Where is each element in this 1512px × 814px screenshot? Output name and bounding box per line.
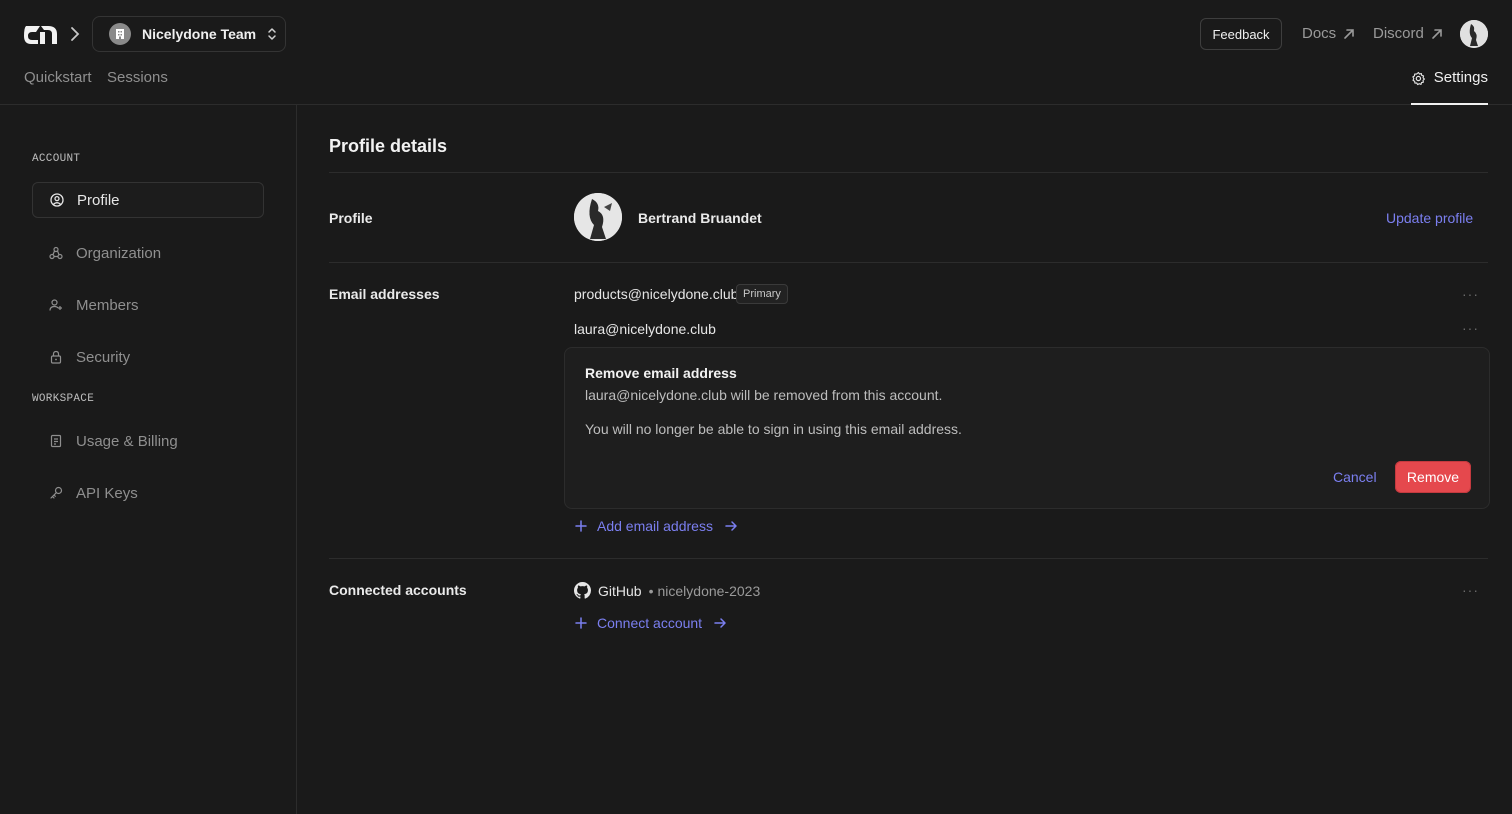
- sidebar-item-label: Security: [76, 348, 131, 366]
- arrow-right-icon: [714, 618, 726, 628]
- organization-icon: [49, 246, 63, 260]
- section-label-account: ACCOUNT: [32, 153, 81, 165]
- add-email-link[interactable]: Add email address: [574, 518, 738, 534]
- connected-row-label: Connected accounts: [329, 582, 467, 598]
- update-profile-link[interactable]: Update profile: [1386, 210, 1473, 226]
- team-avatar: [109, 23, 131, 45]
- profile-row-label: Profile: [329, 210, 373, 226]
- tab-settings[interactable]: Settings: [1411, 62, 1488, 105]
- tab-sessions[interactable]: Sessions: [107, 69, 168, 86]
- divider: [329, 262, 1488, 263]
- docs-label: Docs: [1302, 25, 1337, 42]
- email-menu-button[interactable]: ···: [1462, 320, 1479, 336]
- discord-label: Discord: [1373, 25, 1424, 42]
- email-row-label: Email addresses: [329, 286, 440, 302]
- sidebar-item-organization[interactable]: Organization: [32, 235, 264, 271]
- top-bar: Nicelydone Team Feedback Docs Discord Qu…: [0, 0, 1512, 105]
- divider: [329, 172, 1488, 173]
- confirm-warning: You will no longer be able to sign in us…: [585, 421, 962, 437]
- github-account: GitHub • nicelydone-2023: [574, 582, 760, 599]
- docs-link[interactable]: Docs: [1302, 25, 1356, 42]
- sidebar-item-profile[interactable]: Profile: [32, 182, 264, 218]
- plus-icon: [575, 617, 587, 629]
- arrow-up-right-icon: [1344, 28, 1354, 39]
- chevron-updown-icon: [268, 28, 276, 40]
- lock-icon: [50, 350, 62, 364]
- profile-name: Bertrand Bruandet: [638, 210, 762, 226]
- sidebar-item-api-keys[interactable]: API Keys: [32, 475, 264, 511]
- remove-email-confirm: Remove email address laura@nicelydone.cl…: [564, 347, 1490, 509]
- settings-label: Settings: [1433, 69, 1488, 86]
- user-avatar[interactable]: [1460, 20, 1488, 48]
- remove-button[interactable]: Remove: [1395, 461, 1471, 493]
- confirm-message: laura@nicelydone.club will be removed fr…: [585, 387, 943, 403]
- receipt-icon: [50, 434, 62, 448]
- github-separator: •: [648, 582, 654, 599]
- arrow-up-right-icon: [1432, 28, 1442, 39]
- add-email-label: Add email address: [597, 518, 713, 534]
- chevron-right-icon: [71, 27, 80, 41]
- discord-link[interactable]: Discord: [1373, 25, 1444, 42]
- arrow-right-icon: [725, 521, 737, 531]
- section-label-workspace: WORKSPACE: [32, 393, 95, 405]
- sidebar-item-label: Profile: [77, 191, 120, 209]
- building-icon: [116, 29, 124, 39]
- connect-account-label: Connect account: [597, 615, 703, 631]
- main-content: Profile details Profile Bertrand Bruande…: [298, 105, 1512, 814]
- page-title: Profile details: [329, 136, 448, 156]
- email-primary: products@nicelydone.club: [574, 286, 739, 302]
- plus-icon: [575, 520, 587, 532]
- user-circle-icon: [50, 193, 64, 207]
- key-icon: [50, 486, 63, 499]
- sidebar-item-usage-billing[interactable]: Usage & Billing: [32, 423, 264, 459]
- github-icon: [574, 582, 591, 599]
- connected-menu-button[interactable]: ···: [1462, 582, 1479, 598]
- divider: [329, 558, 1488, 559]
- email-secondary: laura@nicelydone.club: [574, 321, 716, 337]
- gear-icon: [1412, 71, 1425, 86]
- github-username: nicelydone-2023: [657, 582, 761, 599]
- sidebar-item-members[interactable]: Members: [32, 287, 264, 323]
- sidebar-item-label: Usage & Billing: [76, 432, 178, 450]
- email-menu-button[interactable]: ···: [1462, 286, 1479, 302]
- logo-icon[interactable]: [24, 22, 58, 46]
- github-provider-label: GitHub: [598, 582, 642, 599]
- profile-avatar: [574, 193, 622, 241]
- primary-badge: Primary: [736, 284, 788, 304]
- sidebar-item-security[interactable]: Security: [32, 339, 264, 375]
- connect-account-link[interactable]: Connect account: [574, 615, 727, 631]
- sidebar-item-label: Members: [76, 296, 139, 314]
- team-switcher[interactable]: Nicelydone Team: [92, 16, 286, 52]
- user-plus-icon: [49, 299, 62, 311]
- sidebar-item-label: API Keys: [76, 484, 138, 502]
- team-name: Nicelydone Team: [142, 26, 257, 42]
- cancel-button[interactable]: Cancel: [1333, 469, 1377, 485]
- confirm-title: Remove email address: [585, 365, 737, 381]
- sidebar: ACCOUNT Profile Organization Members Sec…: [0, 105, 297, 814]
- feedback-button[interactable]: Feedback: [1200, 18, 1282, 50]
- sidebar-item-label: Organization: [76, 244, 162, 262]
- tab-quickstart[interactable]: Quickstart: [24, 69, 92, 86]
